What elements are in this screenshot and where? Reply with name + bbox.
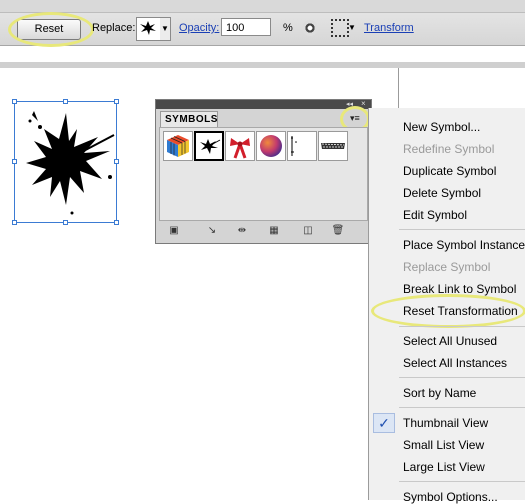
break-link-icon[interactable]: ⇹ [235,225,249,237]
symbol-swatch[interactable] [163,131,193,161]
menu-item-small-list-view[interactable]: Small List View [403,438,484,452]
menu-item-redefine-symbol: Redefine Symbol [403,142,495,156]
menu-item-delete-symbol[interactable]: Delete Symbol [403,186,481,200]
selection-bounding-box[interactable] [14,101,117,223]
transform-link[interactable]: Transform [364,22,414,34]
menu-separator [399,377,525,378]
reset-transformation-highlight-oval [371,294,525,328]
menu-item-new-symbol[interactable]: New Symbol... [403,120,480,134]
percent-label: % [283,22,293,34]
reset-highlight-oval [8,12,94,47]
tab-symbols[interactable]: SYMBOLS [160,111,218,127]
sunburst-icon[interactable] [302,20,318,36]
checkmark-icon: ✓ [373,413,395,433]
delete-symbol-icon[interactable]: 🗑 [331,225,345,237]
transform-handle[interactable] [12,159,17,164]
chevron-down-icon[interactable]: ▼ [348,23,356,32]
menu-item-replace-symbol: Replace Symbol [403,260,491,274]
new-symbol-icon[interactable]: ◫ [301,225,315,237]
panel-footer: ▣ ↘ ⇹ ▦ ◫ 🗑 [159,223,368,241]
symbols-panel: ◂◂ × SYMBOLS ▾≡ ▣ ↘ ⇹ ▦ ◫ 🗑 [155,99,372,244]
transform-handle[interactable] [12,220,17,225]
symbols-grid [159,127,368,221]
menu-separator [399,229,525,230]
transform-handle[interactable] [114,159,119,164]
menu-item-duplicate-symbol[interactable]: Duplicate Symbol [403,164,496,178]
menu-separator [399,481,525,482]
symbol-options-icon[interactable]: ▦ [267,225,281,237]
replace-label: Replace: [92,22,136,34]
symbol-swatch[interactable] [256,131,286,161]
control-bar: Reset Replace: ▼ Opacity: 100 % ▼ Transf… [0,0,525,47]
transform-handle[interactable] [114,99,119,104]
ribbon-bow-icon [230,138,250,159]
menu-item-symbol-options[interactable]: Symbol Options... [403,490,498,504]
gradient-sphere-icon [260,135,282,157]
menu-separator [399,326,525,327]
right-pane [398,68,525,108]
symbol-libraries-icon[interactable]: ▣ [167,225,181,237]
menu-item-select-all-unused[interactable]: Select All Unused [403,334,497,348]
symbol-swatch-selected[interactable] [194,131,224,161]
menu-item-thumbnail-view[interactable]: Thumbnail View [403,416,488,430]
menu-item-large-list-view[interactable]: Large List View [403,460,485,474]
opacity-link[interactable]: Opacity: [179,22,219,34]
replace-symbol-swatch[interactable] [136,17,162,41]
opacity-input[interactable]: 100 [221,18,271,36]
menu-separator [399,407,525,408]
place-symbol-instance-icon[interactable]: ↘ [205,225,219,237]
transform-handle[interactable] [12,99,17,104]
menu-item-sort-by-name[interactable]: Sort by Name [403,386,476,400]
menu-item-place-symbol-instance[interactable]: Place Symbol Instance [403,238,525,252]
cube-icon [167,135,189,157]
symbol-swatch[interactable] [287,131,317,161]
registration-point-icon[interactable] [331,19,349,37]
symbol-swatch[interactable] [318,131,348,161]
grunge-stripe-icon [321,143,345,149]
chevron-down-icon[interactable]: ▼ [160,17,171,41]
menu-item-select-all-instances[interactable]: Select All Instances [403,356,507,370]
menu-item-edit-symbol[interactable]: Edit Symbol [403,208,467,222]
transform-handle[interactable] [63,220,68,225]
transform-handle[interactable] [114,220,119,225]
grunge-lines-icon [291,136,297,156]
panel-title-bar[interactable]: ◂◂ × [156,99,371,109]
symbols-panel-flyout-menu: New Symbol... Redefine Symbol Duplicate … [368,108,525,504]
control-bar-top-strip [0,0,525,13]
ink-splat-icon [140,21,156,35]
symbol-swatch[interactable] [225,131,255,161]
transform-handle[interactable] [63,99,68,104]
ink-splat-icon [200,139,221,154]
